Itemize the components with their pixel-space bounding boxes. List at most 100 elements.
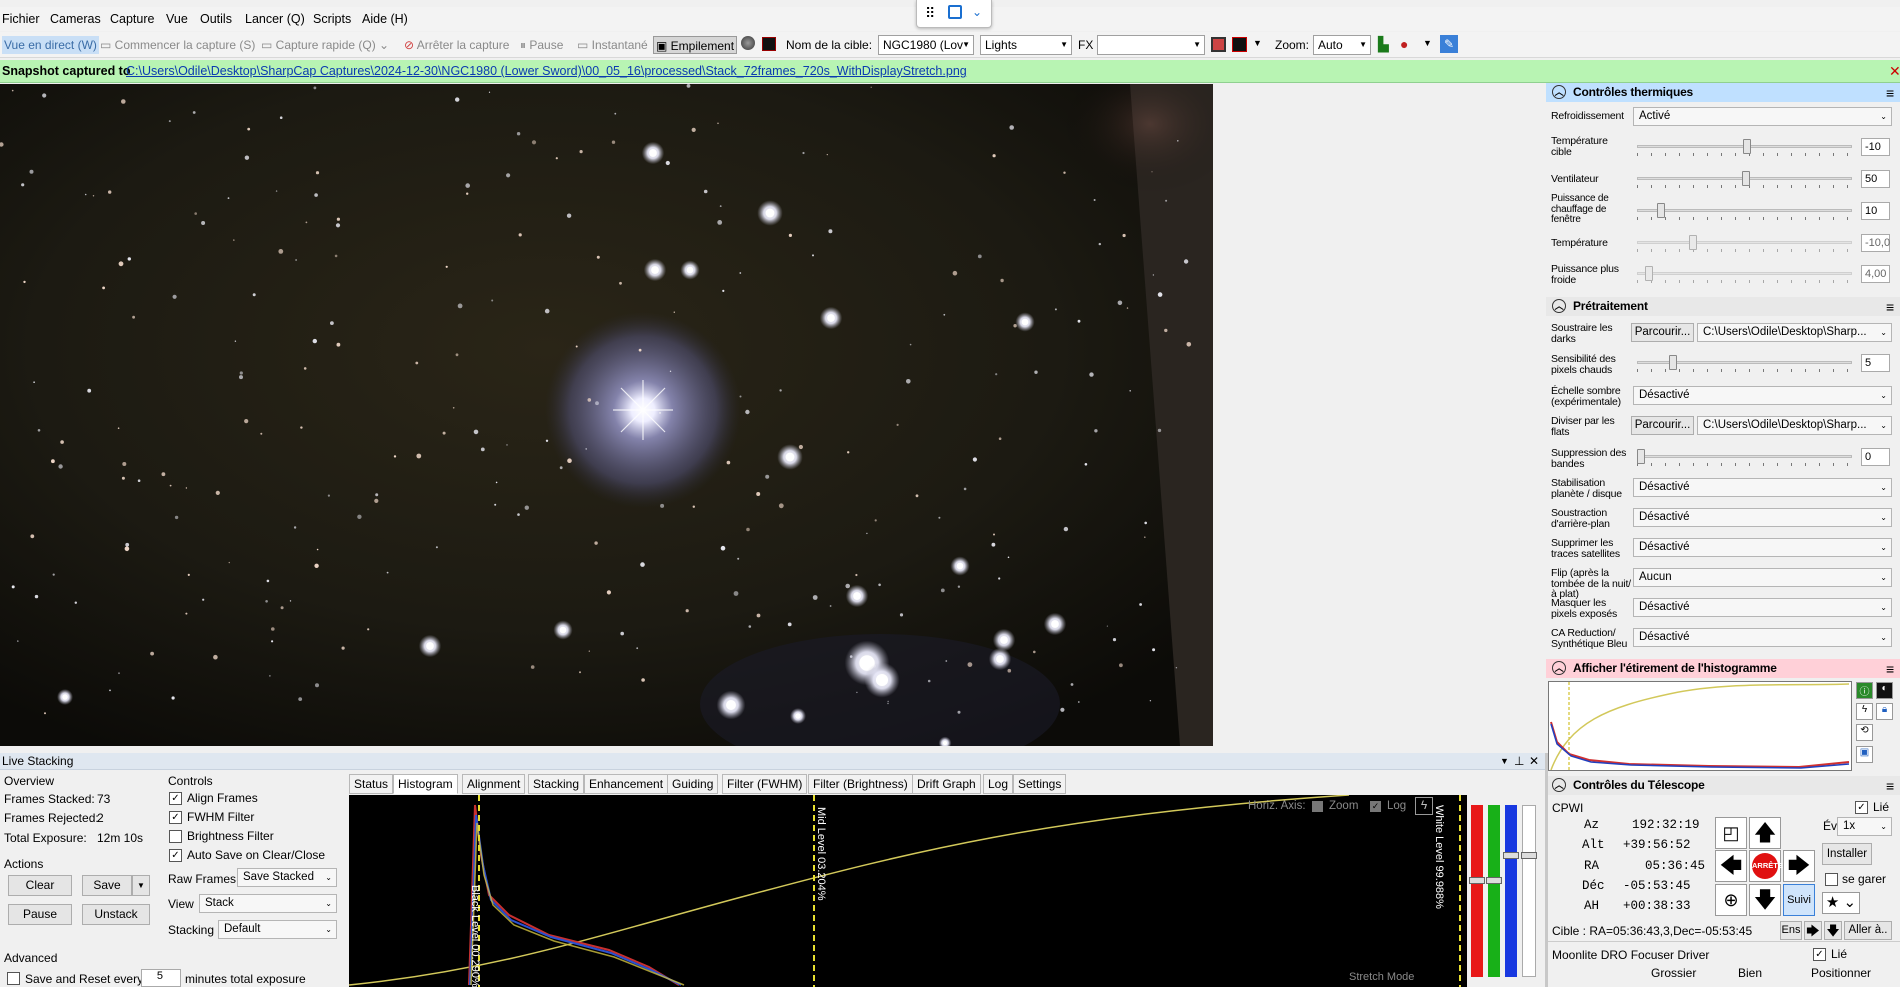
- lock-icon[interactable]: 🔒︎: [1876, 703, 1893, 720]
- preproc-slider[interactable]: [1637, 355, 1852, 375]
- fx-combo[interactable]: ▼: [1097, 35, 1205, 55]
- close-icon[interactable]: ✕: [1889, 63, 1900, 80]
- save-dropdown-icon[interactable]: ▼: [132, 875, 150, 896]
- stacking-combo[interactable]: Default ⌄: [218, 920, 337, 939]
- preproc-combo[interactable]: Désactivé ⌄: [1633, 628, 1892, 647]
- pause-button[interactable]: Pause: [8, 904, 72, 925]
- dropdown-icon[interactable]: ▼: [1500, 753, 1509, 770]
- tab-settings[interactable]: Settings: [1013, 774, 1067, 794]
- preproc-input[interactable]: 5: [1861, 354, 1890, 372]
- arrow-down-icon[interactable]: 🡇: [1824, 921, 1842, 940]
- goto-button[interactable]: Aller à..: [1844, 921, 1892, 940]
- tab-drift-graph[interactable]: Drift Graph: [912, 774, 981, 794]
- blue-level-thumb[interactable]: [1503, 852, 1519, 859]
- red-icon[interactable]: [762, 37, 776, 51]
- chevron-down-icon[interactable]: ▼: [1423, 38, 1432, 48]
- hamburger-icon[interactable]: ≡: [1886, 660, 1894, 679]
- collapse-icon[interactable]: ︿: [1552, 299, 1566, 313]
- tracking-button[interactable]: Suivi: [1783, 884, 1815, 916]
- pause-button[interactable]: ⏸ Pause: [520, 36, 563, 54]
- collapse-icon[interactable]: ︿: [1552, 778, 1566, 792]
- hamburger-icon[interactable]: ≡: [1886, 298, 1894, 317]
- frame-type-combo[interactable]: Lights ▼: [980, 35, 1072, 55]
- close-icon[interactable]: ✕: [1529, 753, 1539, 770]
- preproc-combo[interactable]: Désactivé ⌄: [1633, 386, 1892, 405]
- star-icon[interactable]: ★ ⌄: [1822, 892, 1860, 914]
- clear-button[interactable]: Clear: [8, 875, 72, 896]
- zoom-checkbox[interactable]: [1312, 801, 1323, 812]
- histogram-graph[interactable]: Black Level 00.290% Mid Level 03.204% Wh…: [349, 795, 1467, 987]
- contrast-icon[interactable]: ◐: [1876, 682, 1893, 699]
- hamburger-icon[interactable]: ≡: [1886, 777, 1894, 796]
- sync-icon[interactable]: ◰: [1715, 817, 1747, 849]
- pin-icon[interactable]: ⊥: [1514, 753, 1524, 770]
- arrow-right-icon[interactable]: 🡆: [1783, 850, 1815, 882]
- luminance-level-thumb[interactable]: [1521, 852, 1537, 859]
- menu-cameras[interactable]: Cameras: [50, 12, 101, 26]
- stacking-button[interactable]: ▣ Empilement: [653, 36, 738, 54]
- snapshot-path-link[interactable]: C:\Users\Odile\Desktop\SharpCap Captures…: [126, 64, 967, 78]
- tab-stacking[interactable]: Stacking: [528, 774, 585, 794]
- brightness-filter-checkbox[interactable]: [169, 830, 182, 843]
- browse-button[interactable]: Parcourir...: [1631, 323, 1694, 342]
- record-icon[interactable]: [1211, 37, 1226, 52]
- save-button[interactable]: Save: [82, 875, 132, 896]
- snapshot-button[interactable]: ▭ Instantané: [577, 36, 648, 54]
- arrow-left-icon[interactable]: 🡄: [1715, 850, 1747, 882]
- blue-level-bar[interactable]: [1505, 805, 1517, 977]
- display-icon[interactable]: [741, 36, 755, 50]
- save-icon[interactable]: ▣: [1856, 746, 1873, 763]
- preproc-combo[interactable]: Aucun ⌄: [1633, 568, 1892, 587]
- mount-linked-checkbox[interactable]: ✓: [1855, 801, 1868, 814]
- auto-save-checkbox[interactable]: ✓: [169, 849, 182, 862]
- luminance-level-bar[interactable]: [1522, 805, 1536, 977]
- tab-enhancement[interactable]: Enhancement: [584, 774, 669, 794]
- tab-guiding[interactable]: Guiding: [667, 774, 719, 794]
- tab-alignment[interactable]: Alignment: [462, 774, 526, 794]
- lightning-icon[interactable]: ϟ: [1856, 703, 1873, 720]
- histogram-stretch-graph[interactable]: [1548, 681, 1852, 771]
- chevron-down-icon[interactable]: ▼: [1253, 38, 1262, 48]
- tab-filter-brightness[interactable]: Filter (Brightness): [808, 774, 913, 794]
- log-checkbox[interactable]: ✓: [1370, 801, 1381, 812]
- park-checkbox[interactable]: [1825, 873, 1838, 886]
- menu-vue[interactable]: Vue: [166, 12, 188, 26]
- hamburger-icon[interactable]: ≡: [1886, 84, 1894, 103]
- zoom-icon[interactable]: ●: [1400, 36, 1408, 52]
- chevron-down-icon[interactable]: ⌄: [972, 5, 982, 19]
- align-frames-checkbox[interactable]: ✓: [169, 792, 182, 805]
- preproc-combo[interactable]: Désactivé ⌄: [1633, 478, 1892, 497]
- red-level-thumb[interactable]: [1469, 877, 1485, 884]
- preproc-combo[interactable]: Désactivé ⌄: [1633, 508, 1892, 527]
- tab-filter-fwhm[interactable]: Filter (FWHM): [722, 774, 808, 794]
- tab-status[interactable]: Status: [349, 774, 394, 794]
- lightning-icon[interactable]: ϟ: [1415, 797, 1433, 815]
- reset-icon[interactable]: ⟲: [1856, 724, 1873, 741]
- heater-input[interactable]: 10: [1861, 202, 1890, 220]
- menu-scripts[interactable]: Scripts: [313, 12, 351, 26]
- preproc-combo[interactable]: Désactivé ⌄: [1633, 598, 1892, 617]
- arrow-right-icon[interactable]: 🡆: [1804, 921, 1822, 940]
- menu-capture[interactable]: Capture: [110, 12, 154, 26]
- tab-histogram[interactable]: Histogram: [393, 774, 458, 794]
- collapse-icon[interactable]: ︿: [1552, 661, 1566, 675]
- target-temp-input[interactable]: -10: [1861, 138, 1890, 156]
- menu-lancer[interactable]: Lancer (Q): [245, 12, 305, 26]
- file-path-combo[interactable]: C:\Users\Odile\Desktop\Sharp... ⌄: [1697, 323, 1892, 342]
- tab-log[interactable]: Log: [983, 774, 1014, 794]
- telescope-controls-header[interactable]: ︿ Contrôles du Télescope ≡: [1546, 776, 1900, 795]
- focuser-linked-checkbox[interactable]: ✓: [1813, 948, 1826, 961]
- zoom-combo[interactable]: Auto ▼: [1313, 35, 1371, 55]
- collapse-icon[interactable]: ︿: [1552, 85, 1566, 99]
- fan-slider[interactable]: [1637, 171, 1852, 191]
- view-combo[interactable]: Stack ⌄: [199, 894, 337, 913]
- green-level-thumb[interactable]: [1486, 877, 1502, 884]
- splitter[interactable]: [1545, 753, 1548, 987]
- grid-icon[interactable]: ⠿: [925, 6, 935, 20]
- save-reset-stepper[interactable]: 5: [141, 969, 181, 987]
- star-field-image[interactable]: [0, 84, 1213, 746]
- cross-icon[interactable]: [1232, 37, 1247, 52]
- green-level-bar[interactable]: [1488, 805, 1500, 977]
- preproc-input[interactable]: 0: [1861, 448, 1890, 466]
- level-sliders[interactable]: [1467, 795, 1545, 987]
